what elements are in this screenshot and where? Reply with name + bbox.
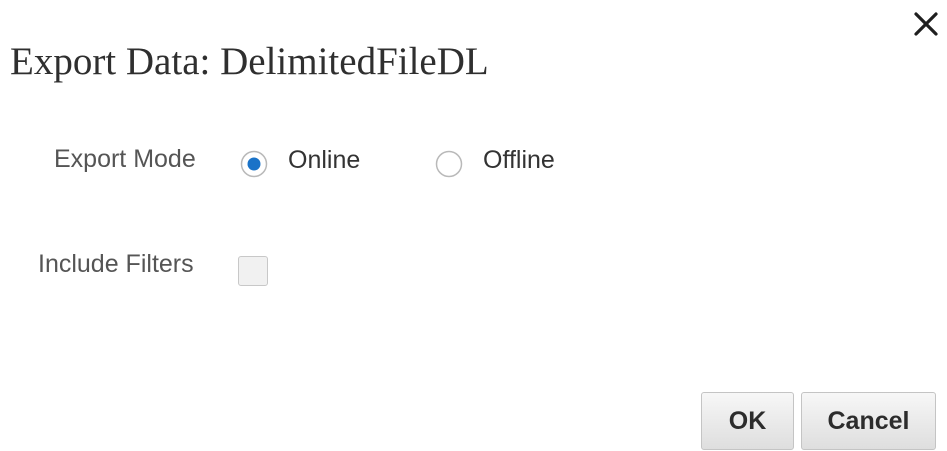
radio-offline[interactable] (435, 150, 463, 178)
ok-button[interactable]: OK (701, 392, 794, 450)
cancel-button[interactable]: Cancel (801, 392, 936, 450)
export-mode-label: Export Mode (54, 145, 196, 173)
include-filters-checkbox[interactable] (238, 256, 268, 286)
export-data-dialog: Export Data: DelimitedFileDL Export Mode… (0, 0, 947, 451)
include-filters-label: Include Filters (38, 250, 194, 278)
radio-offline-label[interactable]: Offline (483, 145, 555, 175)
dialog-title: Export Data: DelimitedFileDL (10, 40, 489, 83)
radio-online[interactable] (240, 150, 268, 178)
close-icon[interactable] (910, 8, 942, 40)
radio-online-label[interactable]: Online (288, 145, 360, 175)
